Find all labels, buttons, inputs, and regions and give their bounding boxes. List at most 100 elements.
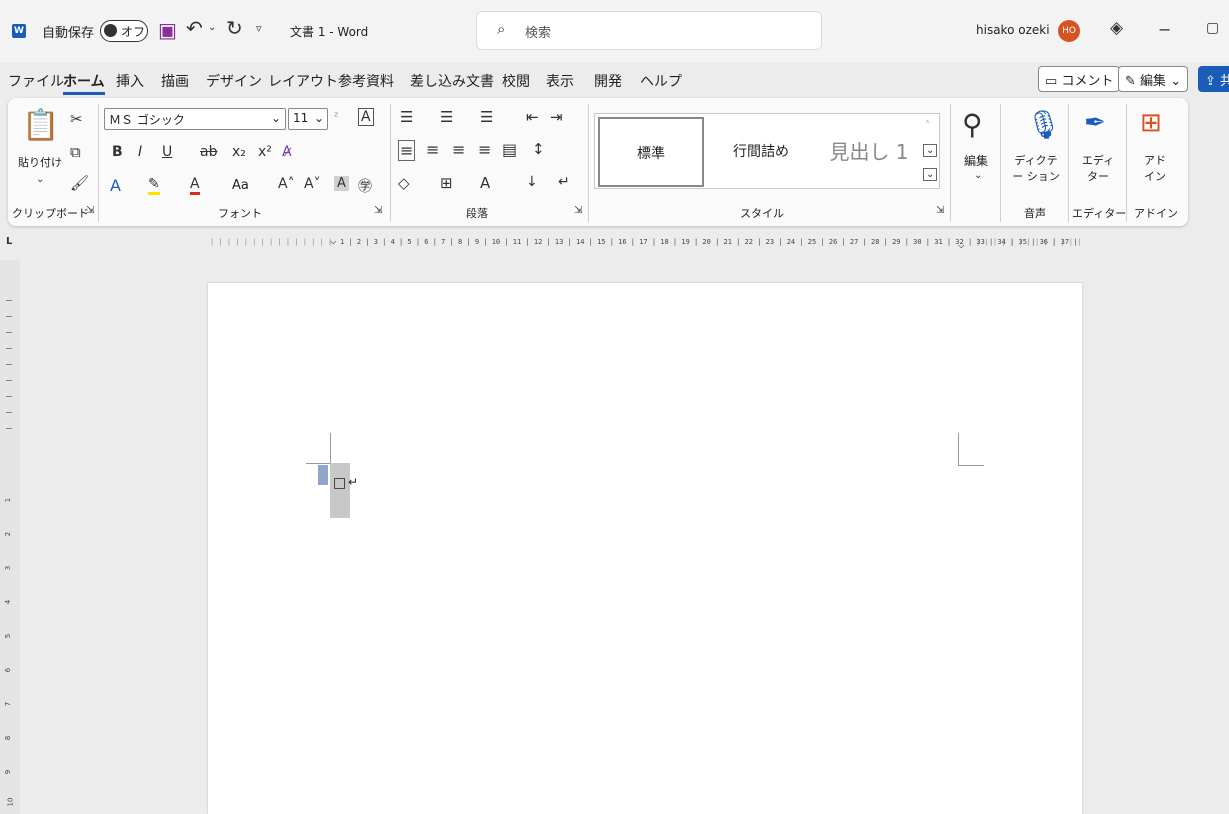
paste-icon[interactable]: 📋	[22, 108, 59, 143]
bullets-icon[interactable]: ☰	[400, 108, 413, 126]
editor-icon[interactable]: ✒	[1084, 108, 1106, 138]
tab-insert[interactable]: 挿入	[116, 71, 144, 91]
tab-home[interactable]: ホーム	[63, 71, 105, 95]
borders-icon[interactable]: ⊞	[440, 174, 453, 192]
style-no-spacing[interactable]: 行間詰め	[707, 117, 815, 187]
edit-mode-button[interactable]: ✎ 編集 ⌄	[1118, 66, 1189, 92]
tab-design[interactable]: デザイン	[206, 71, 262, 91]
italic-icon[interactable]: I	[138, 144, 142, 160]
format-painter-icon[interactable]: 🖌	[70, 174, 89, 192]
ruler-tick	[6, 364, 12, 365]
style-normal[interactable]: 標準	[598, 117, 704, 187]
align-left-icon[interactable]: ≡	[398, 140, 416, 161]
distributed-icon[interactable]: ▤	[502, 140, 517, 159]
shading-icon[interactable]: ◇	[398, 174, 410, 192]
avatar[interactable]: HO	[1058, 20, 1080, 42]
tab-file[interactable]: ファイル	[8, 71, 64, 91]
numbering-icon[interactable]: ☰	[440, 108, 453, 126]
paragraph-launcher-icon[interactable]: ⇲	[574, 205, 582, 216]
align-right-icon[interactable]: ≡	[452, 140, 465, 159]
text-cursor-highlight[interactable]: □ ↵	[330, 463, 358, 518]
addins-label[interactable]: アド イン	[1140, 152, 1170, 184]
font-size-select[interactable]: 11 ⌄	[288, 108, 328, 130]
grow-font-icon[interactable]: ᶻ	[334, 110, 339, 125]
increase-indent-icon[interactable]: ⇥	[550, 108, 563, 126]
enclose-characters-icon[interactable]: ㊫	[358, 176, 372, 196]
increase-font-icon[interactable]: A˄	[278, 176, 295, 192]
decrease-font-icon[interactable]: A˅	[304, 176, 321, 192]
superscript-icon[interactable]: x²	[258, 144, 272, 160]
search-input[interactable]: ⌕ 検索	[476, 11, 822, 50]
cut-icon[interactable]: ✂	[70, 110, 83, 128]
asian-layout-icon[interactable]: A	[480, 174, 490, 192]
styles-more-icon[interactable]: ⌄	[923, 168, 938, 181]
subscript-icon[interactable]: x₂	[232, 144, 246, 160]
addins-icon[interactable]: ⊞	[1140, 108, 1162, 138]
bold-icon[interactable]: B	[112, 144, 123, 160]
text-effects-icon[interactable]: A	[110, 176, 121, 195]
first-line-indent-marker[interactable]: ⌵	[330, 236, 337, 247]
user-name[interactable]: hisako ozeki	[976, 23, 1050, 37]
editing-label[interactable]: 編集	[964, 152, 988, 169]
justify-icon[interactable]: ≡	[478, 140, 491, 159]
underline-icon[interactable]: U	[162, 144, 172, 160]
paste-dropdown-icon[interactable]: ⌄	[36, 174, 44, 185]
share-button[interactable]: ⇪ 共	[1198, 66, 1229, 92]
selection-handle[interactable]	[318, 465, 328, 485]
align-center-icon[interactable]: ≡	[426, 140, 439, 159]
share-label: 共	[1220, 74, 1229, 89]
tab-mailings[interactable]: 差し込み文書	[410, 71, 494, 91]
editor-label[interactable]: エディ ター	[1080, 152, 1116, 184]
dictation-label[interactable]: ディクテー ション	[1012, 152, 1060, 184]
styles-down-icon[interactable]: ⌄	[923, 144, 938, 157]
undo-dropdown-icon[interactable]: ⌄	[208, 22, 216, 33]
microphone-icon[interactable]: 🎙	[1026, 108, 1062, 141]
redo-icon[interactable]: ↻	[226, 16, 243, 40]
paste-label[interactable]: 貼り付け	[18, 154, 62, 170]
tab-view[interactable]: 表示	[546, 71, 574, 91]
autosave-toggle[interactable]: オフ	[100, 20, 148, 42]
line-spacing-icon[interactable]: ↕	[532, 140, 545, 158]
tab-references[interactable]: 参考資料	[338, 71, 394, 91]
right-indent-marker[interactable]: ⌵	[958, 238, 965, 250]
divider	[950, 104, 951, 222]
vruler-num: 5	[4, 633, 13, 639]
sort-icon[interactable]: ↓	[526, 174, 538, 190]
multilevel-list-icon[interactable]: ☰	[480, 108, 493, 126]
character-shading-icon[interactable]: A	[334, 176, 349, 191]
tab-help[interactable]: ヘルプ	[640, 71, 682, 91]
tab-draw[interactable]: 描画	[161, 71, 189, 91]
document-page[interactable]	[208, 283, 1082, 814]
style-heading-1[interactable]: 見出し 1	[819, 117, 919, 187]
show-formatting-icon[interactable]: ↵	[558, 174, 570, 190]
highlight-icon[interactable]: ✎	[148, 176, 160, 195]
ruler-tick	[6, 300, 12, 301]
styles-up-icon[interactable]: ˄	[925, 120, 930, 131]
margin-corner-mark	[306, 463, 330, 464]
strikethrough-icon[interactable]: ab	[200, 144, 217, 160]
minimize-icon[interactable]: −	[1158, 20, 1171, 39]
font-launcher-icon[interactable]: ⇲	[374, 205, 382, 216]
decrease-indent-icon[interactable]: ⇤	[526, 108, 539, 126]
font-color-icon[interactable]: A	[190, 176, 200, 195]
tab-review[interactable]: 校閲	[502, 71, 530, 91]
comment-button[interactable]: ▭ コメント	[1038, 66, 1121, 92]
undo-icon[interactable]: ↶	[186, 16, 203, 40]
restore-icon[interactable]: ▢	[1206, 20, 1219, 36]
chevron-down-icon[interactable]: ⌄	[974, 170, 982, 181]
tab-layout[interactable]: レイアウト	[268, 71, 338, 91]
tab-developer[interactable]: 開発	[594, 71, 622, 91]
styles-launcher-icon[interactable]: ⇲	[936, 205, 944, 216]
horizontal-ruler[interactable]: | | | | | | | | | | | | | | | ⌵ 1 | 2 | …	[210, 236, 1080, 250]
clipboard-launcher-icon[interactable]: ⇲	[86, 205, 94, 216]
tab-selector-icon[interactable]: L	[6, 236, 12, 247]
copy-icon[interactable]: ⧉	[70, 143, 81, 161]
customize-toolbar-icon[interactable]: ▿	[256, 22, 262, 35]
change-case-button[interactable]: Aa	[232, 178, 249, 193]
find-icon[interactable]: ⚲	[962, 108, 983, 141]
save-icon[interactable]: ▣	[158, 18, 177, 42]
character-border-icon[interactable]: A	[358, 108, 374, 126]
diamond-icon[interactable]: ◈	[1110, 18, 1123, 38]
font-name-select[interactable]: ＭＳ ゴシック ⌄	[104, 108, 286, 130]
clear-formatting-icon[interactable]: A̷	[282, 144, 292, 160]
